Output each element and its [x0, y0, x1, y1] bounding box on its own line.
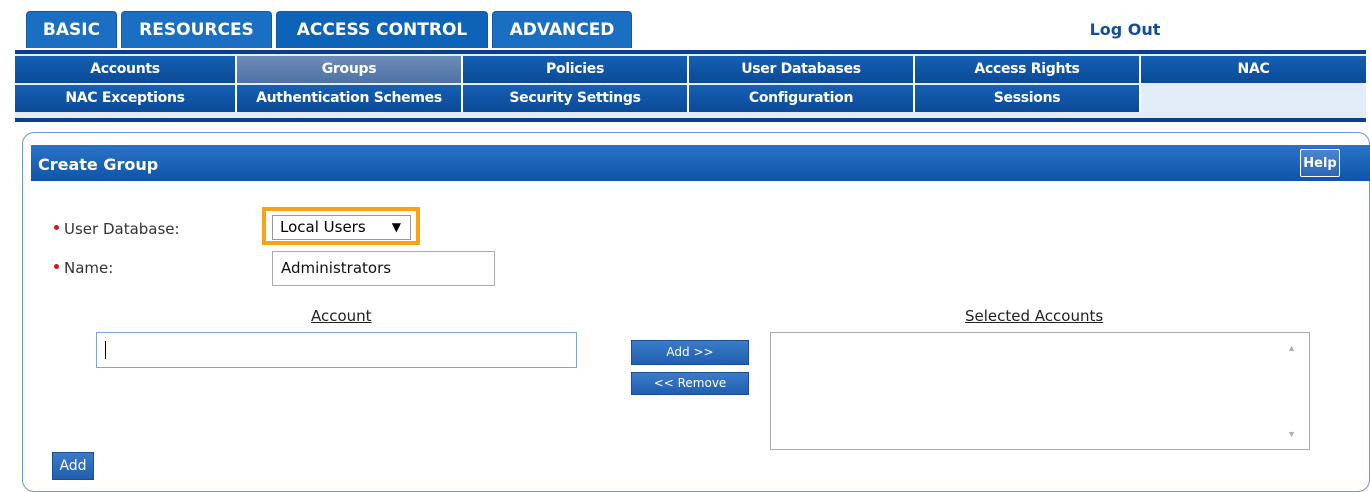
nav-configuration[interactable]: Configuration [689, 85, 915, 112]
selected-accounts-header: Selected Accounts [965, 307, 1104, 325]
tab-basic[interactable]: BASIC [26, 11, 117, 48]
required-icon [54, 264, 59, 269]
tab-access-control[interactable]: ACCESS CONTROL [276, 11, 488, 48]
chevron-down-icon: ▼ [391, 220, 401, 234]
help-button[interactable]: Help [1300, 149, 1340, 177]
add-to-selected-button[interactable]: Add >> [631, 340, 749, 365]
account-input[interactable] [96, 332, 577, 368]
user-database-value: Local Users [280, 218, 366, 236]
tab-resources[interactable]: RESOURCES [121, 11, 272, 48]
nav-sessions[interactable]: Sessions [915, 85, 1141, 112]
selected-accounts-list[interactable]: ▲ ▼ [770, 332, 1310, 450]
required-icon [54, 225, 59, 230]
user-database-label: User Database: [54, 220, 180, 238]
tab-advanced[interactable]: ADVANCED [492, 11, 632, 48]
panel-header [31, 145, 1370, 181]
name-input[interactable]: Administrators [272, 251, 495, 286]
text-caret [105, 341, 106, 359]
nav-security-settings[interactable]: Security Settings [463, 85, 689, 112]
scroll-down-icon[interactable]: ▼ [1287, 429, 1296, 439]
nav-nac[interactable]: NAC [1141, 56, 1366, 83]
add-group-button[interactable]: Add [52, 452, 94, 480]
nav-groups[interactable]: Groups [237, 56, 463, 83]
logout-link[interactable]: Log Out [1070, 20, 1180, 39]
nav-policies[interactable]: Policies [463, 56, 689, 83]
nav-accounts[interactable]: Accounts [15, 56, 237, 83]
nav-user-databases[interactable]: User Databases [689, 56, 915, 83]
panel-title: Create Group [38, 155, 159, 174]
scroll-up-icon[interactable]: ▲ [1287, 343, 1296, 353]
nav-access-rights[interactable]: Access Rights [915, 56, 1141, 83]
name-label-text: Name: [64, 259, 114, 277]
name-label: Name: [54, 259, 113, 277]
nav-authentication-schemes[interactable]: Authentication Schemes [237, 85, 463, 112]
user-database-select[interactable]: Local Users ▼ [272, 215, 411, 240]
nav-nac-exceptions[interactable]: NAC Exceptions [15, 85, 237, 112]
account-header: Account [311, 307, 372, 325]
user-database-label-text: User Database: [64, 220, 180, 238]
remove-from-selected-button[interactable]: << Remove [631, 372, 749, 395]
